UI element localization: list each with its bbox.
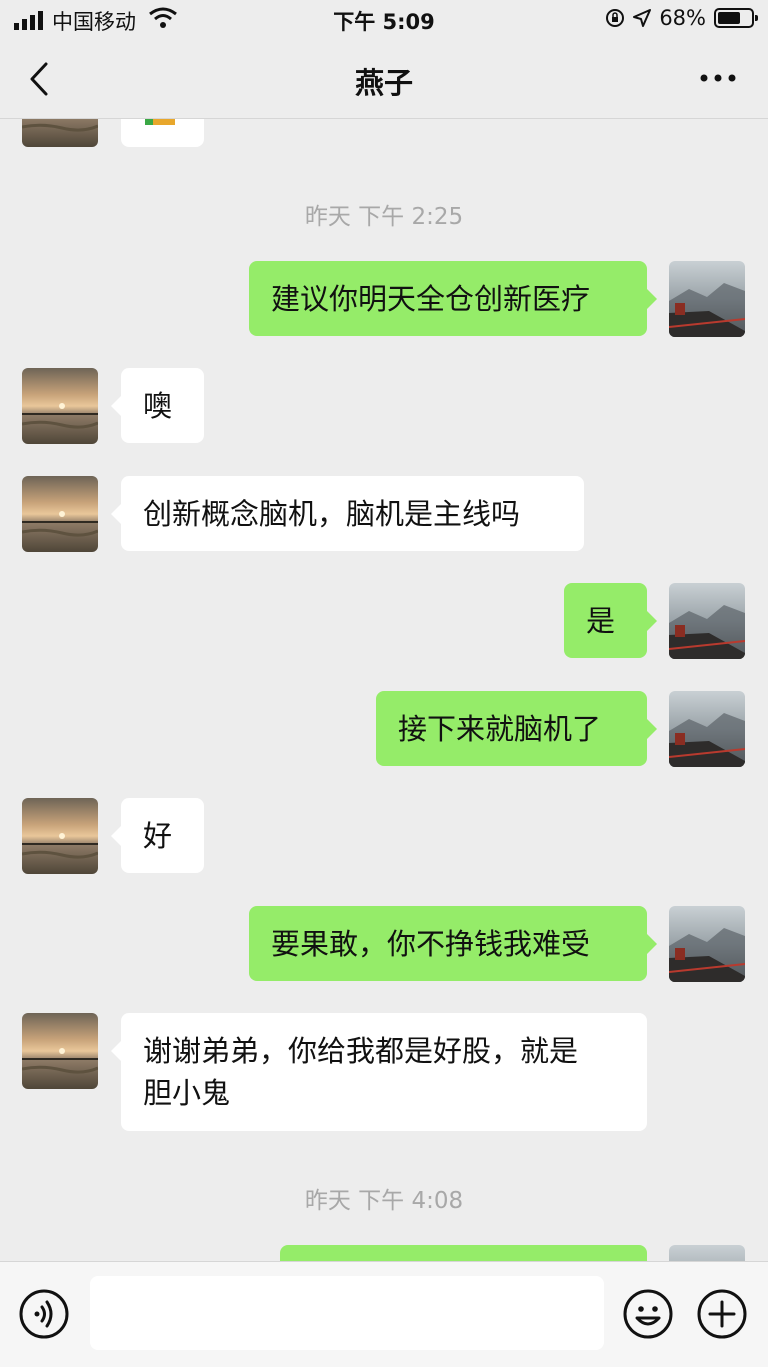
voice-icon[interactable]	[18, 1288, 70, 1340]
location-icon	[633, 9, 652, 27]
battery-icon	[714, 8, 758, 28]
contact-avatar[interactable]	[22, 1013, 98, 1089]
contact-avatar[interactable]	[22, 476, 98, 552]
my-avatar[interactable]	[669, 691, 745, 767]
emoji-icon[interactable]	[622, 1288, 674, 1340]
message-bubble-sent[interactable]: 是	[564, 583, 657, 658]
contact-avatar[interactable]	[22, 368, 98, 444]
contact-avatar[interactable]	[22, 119, 98, 147]
message-bubble-sent[interactable]: 建议你明天全仓创新医疗	[249, 261, 657, 336]
message-bubble-received[interactable]: 噢	[111, 368, 204, 443]
message-bubble-received[interactable]: 谢谢弟弟，你给我都是好股，就是 胆小鬼	[111, 1013, 647, 1131]
my-avatar[interactable]	[669, 906, 745, 982]
message-input[interactable]	[90, 1276, 604, 1350]
timestamp: 昨天 下午 4:08	[304, 1188, 464, 1214]
timestamp: 昨天 下午 2:25	[304, 204, 464, 230]
orientation-lock-icon	[606, 9, 625, 27]
battery-percent: 68%	[659, 6, 706, 30]
message-bubble-received[interactable]: 好	[111, 798, 204, 873]
my-avatar[interactable]	[669, 583, 745, 659]
message-bubble-received[interactable]: 创新概念脑机，脑机是主线吗	[111, 476, 584, 551]
nav-bar: 燕子	[0, 40, 768, 119]
input-bar	[0, 1261, 768, 1367]
status-bar: 中国移动 下午 5:09 68%	[0, 0, 768, 40]
message-bubble-sent[interactable]: 接下来就脑机了	[376, 691, 657, 766]
my-avatar[interactable]	[669, 1245, 745, 1261]
message-bubble-sticker[interactable]	[121, 119, 204, 147]
message-bubble-sent[interactable]: 要果敢，你不挣钱我难受	[249, 906, 657, 981]
sticker-image	[145, 119, 175, 125]
plus-icon[interactable]	[696, 1288, 748, 1340]
message-bubble-sent[interactable]	[280, 1245, 647, 1261]
chat-title: 燕子	[354, 66, 413, 100]
message-list[interactable]: 昨天 下午 2:25 建议你明天全仓创新医疗 噢 创新概念脑机，脑机是主线吗 是…	[0, 119, 768, 1261]
my-avatar[interactable]	[669, 261, 745, 337]
contact-avatar[interactable]	[22, 798, 98, 874]
more-dots-icon[interactable]	[698, 66, 738, 90]
